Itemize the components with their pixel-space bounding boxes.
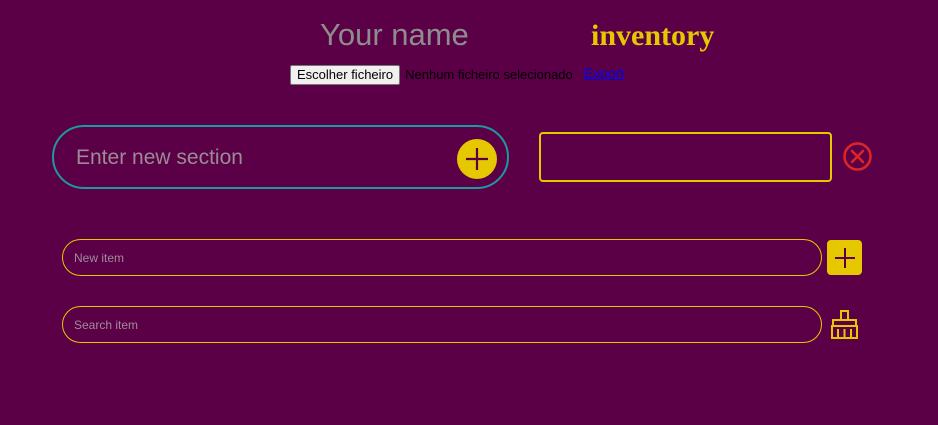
close-button[interactable] <box>842 141 873 172</box>
plus-icon <box>834 247 855 268</box>
section-name-field[interactable] <box>539 132 832 182</box>
name-input[interactable] <box>300 14 500 56</box>
plus-icon <box>466 148 488 170</box>
add-section-button[interactable] <box>457 139 497 179</box>
page-title: inventory <box>591 19 715 52</box>
new-item-input[interactable] <box>62 239 822 276</box>
new-section-field <box>52 125 509 189</box>
clear-search-button[interactable] <box>827 309 862 340</box>
choose-file-button[interactable]: Escolher ficheiro <box>290 64 401 85</box>
section-input[interactable] <box>74 137 448 179</box>
close-circle-icon <box>843 142 872 171</box>
search-item-input[interactable] <box>62 306 822 343</box>
file-upload-row: Escolher ficheiro Nenhum ficheiro seleci… <box>290 64 624 85</box>
export-link[interactable]: Export <box>584 65 624 81</box>
file-status-text: Nenhum ficheiro selecionado <box>405 67 573 82</box>
add-item-button[interactable] <box>827 240 862 275</box>
broom-icon <box>831 310 858 339</box>
